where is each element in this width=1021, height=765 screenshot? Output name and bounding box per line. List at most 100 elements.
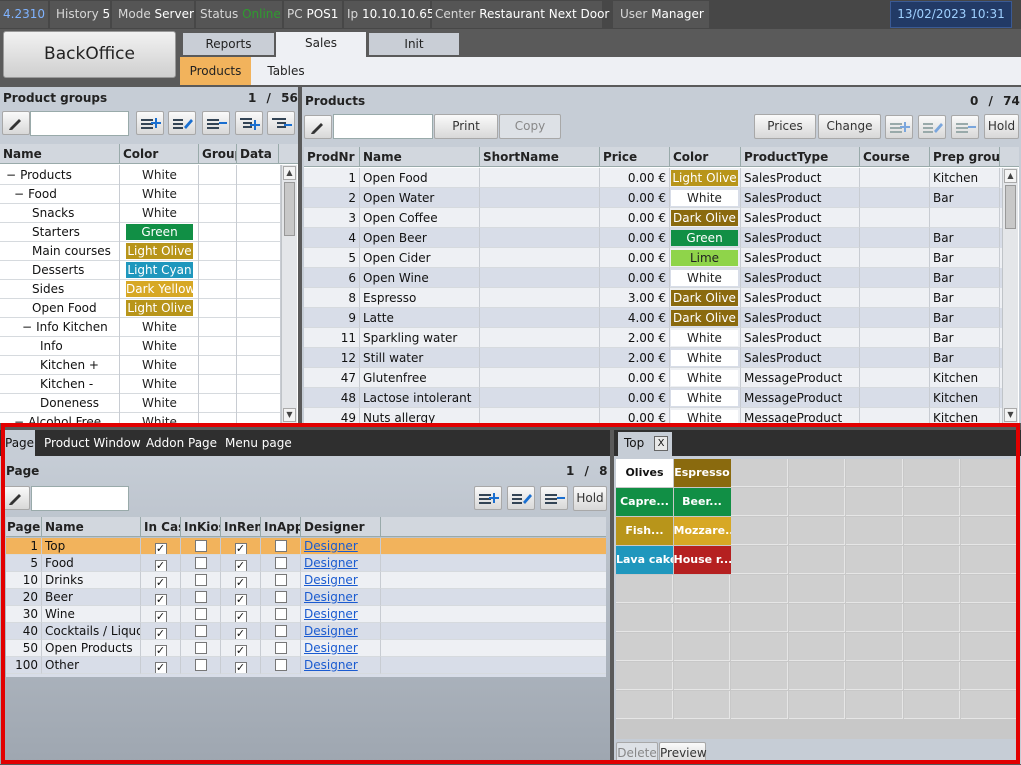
preview-button[interactable]: Preview: [659, 742, 707, 764]
in-remote-checkbox[interactable]: ✓: [234, 577, 247, 588]
list-item[interactable]: Starters Green: [0, 222, 281, 242]
column-producttype[interactable]: ProductType: [741, 147, 860, 167]
layout-grid-cell[interactable]: [673, 633, 730, 661]
indent-group-button[interactable]: [267, 111, 295, 135]
in-cash-checkbox[interactable]: ✓: [154, 645, 167, 656]
in-app-checkbox[interactable]: [274, 659, 287, 671]
in-app-checkbox[interactable]: [274, 557, 287, 569]
designer-link[interactable]: Designer: [304, 607, 358, 621]
product-button[interactable]: Capre...: [616, 488, 673, 516]
list-item[interactable]: − Products White: [0, 165, 281, 185]
column-designer[interactable]: Designer: [301, 517, 381, 537]
column-shortname[interactable]: ShortName: [480, 147, 600, 167]
layout-grid-cell[interactable]: [731, 488, 788, 516]
collapse-icon[interactable]: −: [14, 415, 24, 423]
layout-grid-cell[interactable]: [961, 459, 1018, 487]
in-kiosk-checkbox[interactable]: [194, 625, 207, 637]
layout-grid-cell[interactable]: [673, 691, 730, 719]
layout-grid-cell[interactable]: [846, 546, 903, 574]
in-remote-checkbox[interactable]: ✓: [234, 645, 247, 656]
close-icon[interactable]: X: [654, 436, 668, 451]
layout-grid-cell[interactable]: [961, 546, 1018, 574]
layout-grid-cell[interactable]: [903, 633, 960, 661]
tab-top[interactable]: Top X: [618, 432, 672, 456]
layout-grid-cell[interactable]: [616, 633, 673, 661]
add-subgroup-button[interactable]: [235, 111, 263, 135]
products-scrollbar[interactable]: ▲ ▼: [1002, 168, 1018, 423]
layout-grid-cell[interactable]: [846, 488, 903, 516]
tab-reports[interactable]: Reports: [183, 33, 274, 55]
tab-sales[interactable]: Sales: [276, 32, 366, 57]
list-item[interactable]: Desserts Light Cyan: [0, 260, 281, 280]
in-cash-checkbox[interactable]: ✓: [154, 543, 167, 554]
layout-grid-cell[interactable]: [903, 517, 960, 545]
list-item[interactable]: Kitchen - White: [0, 374, 281, 394]
hold-button[interactable]: Hold: [573, 486, 607, 511]
table-row[interactable]: 49 Nuts allergy 0.00 € White MessageProduct K…: [304, 408, 1002, 423]
layout-grid-cell[interactable]: [961, 691, 1018, 719]
layout-grid-cell[interactable]: [731, 633, 788, 661]
add-group-button[interactable]: [136, 111, 164, 135]
prices-button[interactable]: Prices: [754, 114, 816, 139]
table-row[interactable]: 100 Other ✓ ✓ Designer: [6, 657, 606, 677]
in-cash-checkbox[interactable]: ✓: [154, 662, 167, 673]
layout-grid-cell[interactable]: [673, 604, 730, 632]
column-in-remote[interactable]: InRemote: [221, 517, 261, 537]
in-app-checkbox[interactable]: [274, 591, 287, 603]
list-item[interactable]: Doneness White: [0, 393, 281, 413]
column-prep-group[interactable]: Prep group: [930, 147, 1000, 167]
table-row[interactable]: 5 Open Cider 0.00 € Lime SalesProduct Bar: [304, 248, 1002, 268]
product-search-input[interactable]: [333, 114, 433, 139]
list-item[interactable]: Snacks White: [0, 203, 281, 223]
column-data[interactable]: Data: [237, 144, 279, 164]
table-row[interactable]: 11 Sparkling water 2.00 € White SalesProduct…: [304, 328, 1002, 348]
layout-grid-cell[interactable]: [903, 691, 960, 719]
collapse-icon[interactable]: −: [22, 320, 32, 334]
tab-product-window[interactable]: Product Window: [44, 430, 141, 456]
product-button[interactable]: Lava cake: [616, 546, 673, 574]
table-row[interactable]: 4 Open Beer 0.00 € Green SalesProduct Bar: [304, 228, 1002, 248]
scroll-down-icon[interactable]: ▼: [283, 408, 296, 422]
change-button[interactable]: Change: [818, 114, 881, 139]
layout-grid-cell[interactable]: [846, 691, 903, 719]
column-color[interactable]: Color: [670, 147, 741, 167]
layout-grid-cell[interactable]: [961, 662, 1018, 690]
tab-page[interactable]: Page: [5, 430, 35, 456]
layout-grid-cell[interactable]: [846, 459, 903, 487]
designer-link[interactable]: Designer: [304, 624, 358, 638]
in-kiosk-checkbox[interactable]: [194, 540, 207, 552]
edit-button[interactable]: [2, 486, 30, 510]
remove-page-button[interactable]: [540, 486, 568, 510]
layout-grid-cell[interactable]: [616, 662, 673, 690]
in-app-checkbox[interactable]: [274, 574, 287, 586]
add-page-button[interactable]: [474, 486, 502, 510]
delete-button[interactable]: Delete: [616, 742, 658, 764]
column-course[interactable]: Course: [860, 147, 930, 167]
scroll-up-icon[interactable]: ▲: [1004, 169, 1017, 183]
column-name[interactable]: Name: [0, 144, 120, 164]
product-button[interactable]: House r...: [673, 546, 731, 574]
layout-grid-cell[interactable]: [731, 459, 788, 487]
group-search-input[interactable]: [30, 111, 129, 136]
edit-page-button[interactable]: [507, 486, 535, 510]
collapse-icon[interactable]: −: [6, 168, 16, 182]
in-app-checkbox[interactable]: [274, 540, 287, 552]
in-remote-checkbox[interactable]: ✓: [234, 628, 247, 639]
scroll-thumb[interactable]: [1005, 185, 1016, 229]
table-row[interactable]: 47 Glutenfree 0.00 € White MessageProduct Kit…: [304, 368, 1002, 388]
designer-link[interactable]: Designer: [304, 641, 358, 655]
layout-grid-cell[interactable]: [731, 517, 788, 545]
product-groups-scrollbar[interactable]: ▲ ▼: [281, 165, 297, 423]
in-remote-checkbox[interactable]: ✓: [234, 560, 247, 571]
layout-grid-cell[interactable]: [846, 604, 903, 632]
layout-grid-cell[interactable]: [673, 662, 730, 690]
tab-init[interactable]: Init: [369, 33, 459, 55]
column-in-app[interactable]: InApp: [261, 517, 301, 537]
layout-grid-cell[interactable]: [961, 633, 1018, 661]
product-button[interactable]: Olives: [616, 459, 673, 487]
list-item[interactable]: Main courses Light Olive: [0, 241, 281, 261]
table-row[interactable]: 1 Open Food 0.00 € Light Olive SalesProduct K…: [304, 168, 1002, 188]
table-row[interactable]: 9 Latte 4.00 € Dark Olive SalesProduct Bar: [304, 308, 1002, 328]
layout-grid-cell[interactable]: [731, 691, 788, 719]
designer-link[interactable]: Designer: [304, 590, 358, 604]
